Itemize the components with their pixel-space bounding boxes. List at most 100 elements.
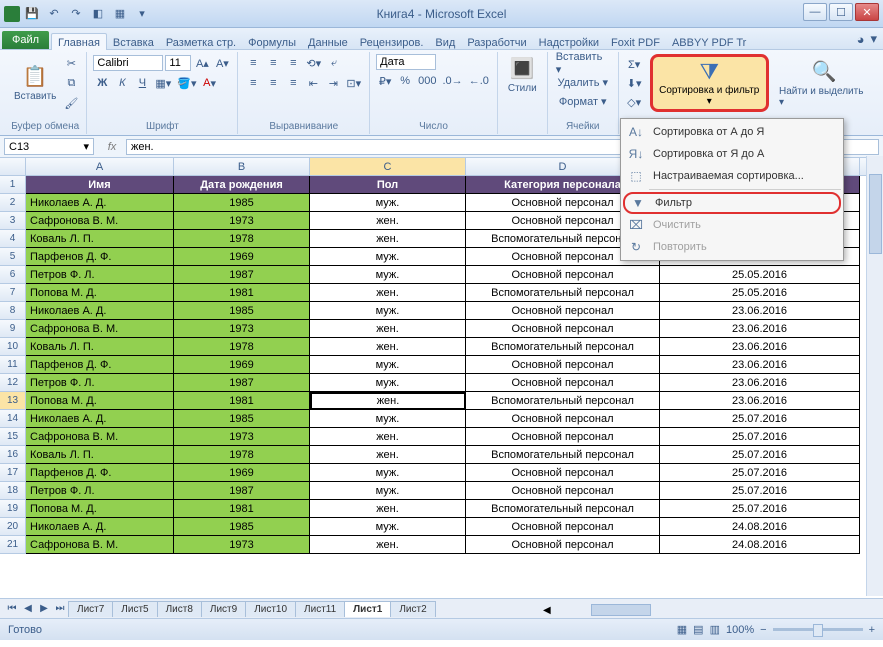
cell[interactable]: муж. <box>310 374 466 392</box>
cell[interactable]: жен. <box>310 446 466 464</box>
cell[interactable]: Основной персонал <box>466 482 660 500</box>
horizontal-scrollbar[interactable]: ◀ <box>543 602 863 618</box>
cell[interactable]: Основной персонал <box>466 518 660 536</box>
grow-font-icon[interactable]: A▴ <box>193 54 211 72</box>
cell[interactable]: 23.06.2016 <box>660 338 860 356</box>
cell[interactable]: Николаев А. Д. <box>26 194 174 212</box>
maximize-button[interactable]: ☐ <box>829 3 853 21</box>
zoom-slider[interactable] <box>773 628 863 631</box>
cell[interactable]: 1973 <box>174 320 310 338</box>
cell[interactable]: Парфенов Д. Ф. <box>26 464 174 482</box>
filter-item[interactable]: ▼Фильтр <box>623 192 841 214</box>
cell[interactable]: 25.07.2016 <box>660 482 860 500</box>
cell[interactable]: Николаев А. Д. <box>26 410 174 428</box>
view-break-icon[interactable]: ▥ <box>710 623 720 636</box>
cell[interactable]: 1969 <box>174 464 310 482</box>
sort-filter-button[interactable]: ⧩ Сортировка и фильтр ▾ <box>650 54 769 112</box>
cell[interactable]: 23.06.2016 <box>660 302 860 320</box>
fill-icon[interactable]: ⬇▾ <box>625 74 644 92</box>
font-size-input[interactable] <box>165 55 191 71</box>
percent-icon[interactable]: % <box>396 72 414 90</box>
scroll-left-icon[interactable]: ◀ <box>543 605 551 616</box>
cell[interactable]: жен. <box>310 230 466 248</box>
sheet-tab[interactable]: Лист9 <box>201 601 246 617</box>
align-center-icon[interactable]: ≡ <box>264 74 282 92</box>
cell[interactable]: Николаев А. Д. <box>26 302 174 320</box>
cell[interactable]: Основной персонал <box>466 374 660 392</box>
cell[interactable]: 1969 <box>174 248 310 266</box>
align-left-icon[interactable]: ≡ <box>244 74 262 92</box>
cell[interactable]: жен. <box>310 212 466 230</box>
header-cell[interactable]: Имя <box>26 176 174 194</box>
row-header[interactable]: 3 <box>0 212 26 230</box>
minimize-ribbon-icon[interactable]: ▾ <box>870 31 877 47</box>
cell[interactable]: Основной персонал <box>466 320 660 338</box>
format-cells-button[interactable]: Формат ▾ <box>554 92 612 110</box>
clear-icon[interactable]: ◇▾ <box>625 93 644 111</box>
row-header[interactable]: 20 <box>0 518 26 536</box>
cell[interactable]: Петров Ф. Л. <box>26 374 174 392</box>
styles-button[interactable]: 🔳Стили <box>504 54 541 96</box>
number-format-input[interactable] <box>376 54 436 70</box>
col-header-b[interactable]: B <box>174 158 310 175</box>
cell[interactable]: 1985 <box>174 194 310 212</box>
bold-button[interactable]: Ж <box>93 74 111 92</box>
cell[interactable]: 1978 <box>174 446 310 464</box>
vertical-scrollbar[interactable] <box>866 156 883 596</box>
file-tab[interactable]: Файл <box>2 31 49 49</box>
sort-za-item[interactable]: Я↓Сортировка от Я до А <box>623 143 841 165</box>
cell[interactable]: Петров Ф. Л. <box>26 482 174 500</box>
cell[interactable]: муж. <box>310 410 466 428</box>
cell[interactable]: Петров Ф. Л. <box>26 266 174 284</box>
cell[interactable]: 1973 <box>174 536 310 554</box>
comma-icon[interactable]: 000 <box>416 72 438 90</box>
custom-sort-item[interactable]: ⬚Настраиваемая сортировка... <box>623 165 841 187</box>
copy-icon[interactable]: ⧉ <box>62 74 80 92</box>
cell[interactable]: Парфенов Д. Ф. <box>26 248 174 266</box>
cell[interactable]: Вспомогательный персонал <box>466 500 660 518</box>
sheet-tab[interactable]: Лист2 <box>390 601 435 617</box>
cut-icon[interactable]: ✂ <box>62 54 80 72</box>
row-header[interactable]: 12 <box>0 374 26 392</box>
cell[interactable]: Попова М. Д. <box>26 392 174 410</box>
cell[interactable]: Основной персонал <box>466 428 660 446</box>
cell[interactable]: муж. <box>310 248 466 266</box>
save-icon[interactable]: 💾 <box>22 4 42 24</box>
cell[interactable]: 1981 <box>174 500 310 518</box>
cell[interactable]: Коваль Л. П. <box>26 230 174 248</box>
sheet-tab[interactable]: Лист5 <box>112 601 157 617</box>
row-header[interactable]: 16 <box>0 446 26 464</box>
row-header[interactable]: 2 <box>0 194 26 212</box>
cell[interactable]: 1981 <box>174 392 310 410</box>
cell[interactable]: 25.07.2016 <box>660 464 860 482</box>
cell[interactable]: Николаев А. Д. <box>26 518 174 536</box>
cell[interactable]: Коваль Л. П. <box>26 338 174 356</box>
row-header[interactable]: 4 <box>0 230 26 248</box>
row-header[interactable]: 5 <box>0 248 26 266</box>
paste-button[interactable]: 📋Вставить <box>10 62 60 104</box>
sheet-tab[interactable]: Лист1 <box>344 601 391 617</box>
border-icon[interactable]: ▦▾ <box>153 74 173 92</box>
cell[interactable]: Вспомогательный персонал <box>466 284 660 302</box>
qat-btn-4[interactable]: ◧ <box>88 4 108 24</box>
view-layout-icon[interactable]: ▤ <box>693 623 703 636</box>
merge-icon[interactable]: ⊡▾ <box>344 74 363 92</box>
tab-nav-prev[interactable]: ◀ <box>20 603 36 614</box>
sheet-tab[interactable]: Лист10 <box>245 601 296 617</box>
shrink-font-icon[interactable]: A▾ <box>213 54 231 72</box>
font-color-icon[interactable]: A▾ <box>201 74 219 92</box>
cell[interactable]: Попова М. Д. <box>26 284 174 302</box>
cell[interactable]: муж. <box>310 518 466 536</box>
col-header-a[interactable]: A <box>26 158 174 175</box>
cell[interactable]: 25.05.2016 <box>660 284 860 302</box>
cell[interactable]: Основной персонал <box>466 302 660 320</box>
cell[interactable]: 23.06.2016 <box>660 320 860 338</box>
row-header[interactable]: 21 <box>0 536 26 554</box>
align-top-icon[interactable]: ≡ <box>244 54 262 72</box>
sort-az-item[interactable]: A↓Сортировка от А до Я <box>623 121 841 143</box>
cell[interactable]: 25.07.2016 <box>660 446 860 464</box>
zoom-out-icon[interactable]: − <box>760 624 766 636</box>
scroll-thumb[interactable] <box>869 174 882 254</box>
currency-icon[interactable]: ₽▾ <box>376 72 394 90</box>
row-header[interactable]: 7 <box>0 284 26 302</box>
